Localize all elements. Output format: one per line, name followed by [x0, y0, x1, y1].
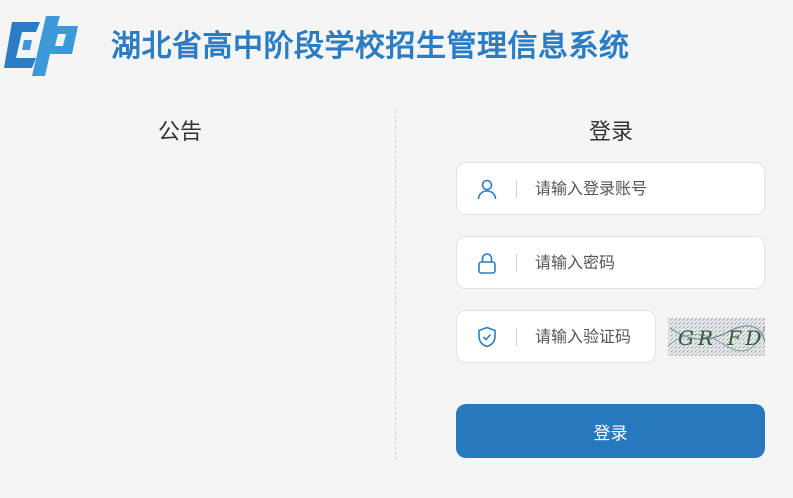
- lock-icon: [478, 253, 496, 274]
- captcha-text: GR FD: [678, 326, 765, 350]
- shield-check-icon: [478, 326, 496, 348]
- notice-panel: 公告: [0, 108, 396, 458]
- password-input[interactable]: [535, 237, 755, 288]
- notice-title: 公告: [157, 120, 202, 145]
- user-icon: [477, 179, 497, 200]
- field-separator: [516, 180, 517, 198]
- field-separator: [516, 254, 517, 272]
- divider: [395, 110, 396, 460]
- username-input[interactable]: [535, 163, 755, 214]
- site-title: 湖北省高中阶段学校招生管理信息系统: [111, 29, 630, 64]
- cp-logo-icon: [4, 16, 78, 76]
- login-button[interactable]: 登录: [456, 404, 765, 458]
- login-title: 登录: [588, 120, 633, 145]
- captcha-image[interactable]: GR FD: [668, 318, 765, 356]
- field-separator: [516, 328, 517, 346]
- login-panel: 登录 请输入登录账号 请输入验证码 GR FD 登录: [456, 108, 766, 468]
- captcha-field[interactable]: [456, 310, 656, 363]
- username-field[interactable]: [456, 162, 765, 215]
- captcha-input[interactable]: [535, 311, 653, 362]
- header: 湖北省高中阶段学校招生管理信息系统: [0, 0, 793, 90]
- password-field[interactable]: [456, 236, 765, 289]
